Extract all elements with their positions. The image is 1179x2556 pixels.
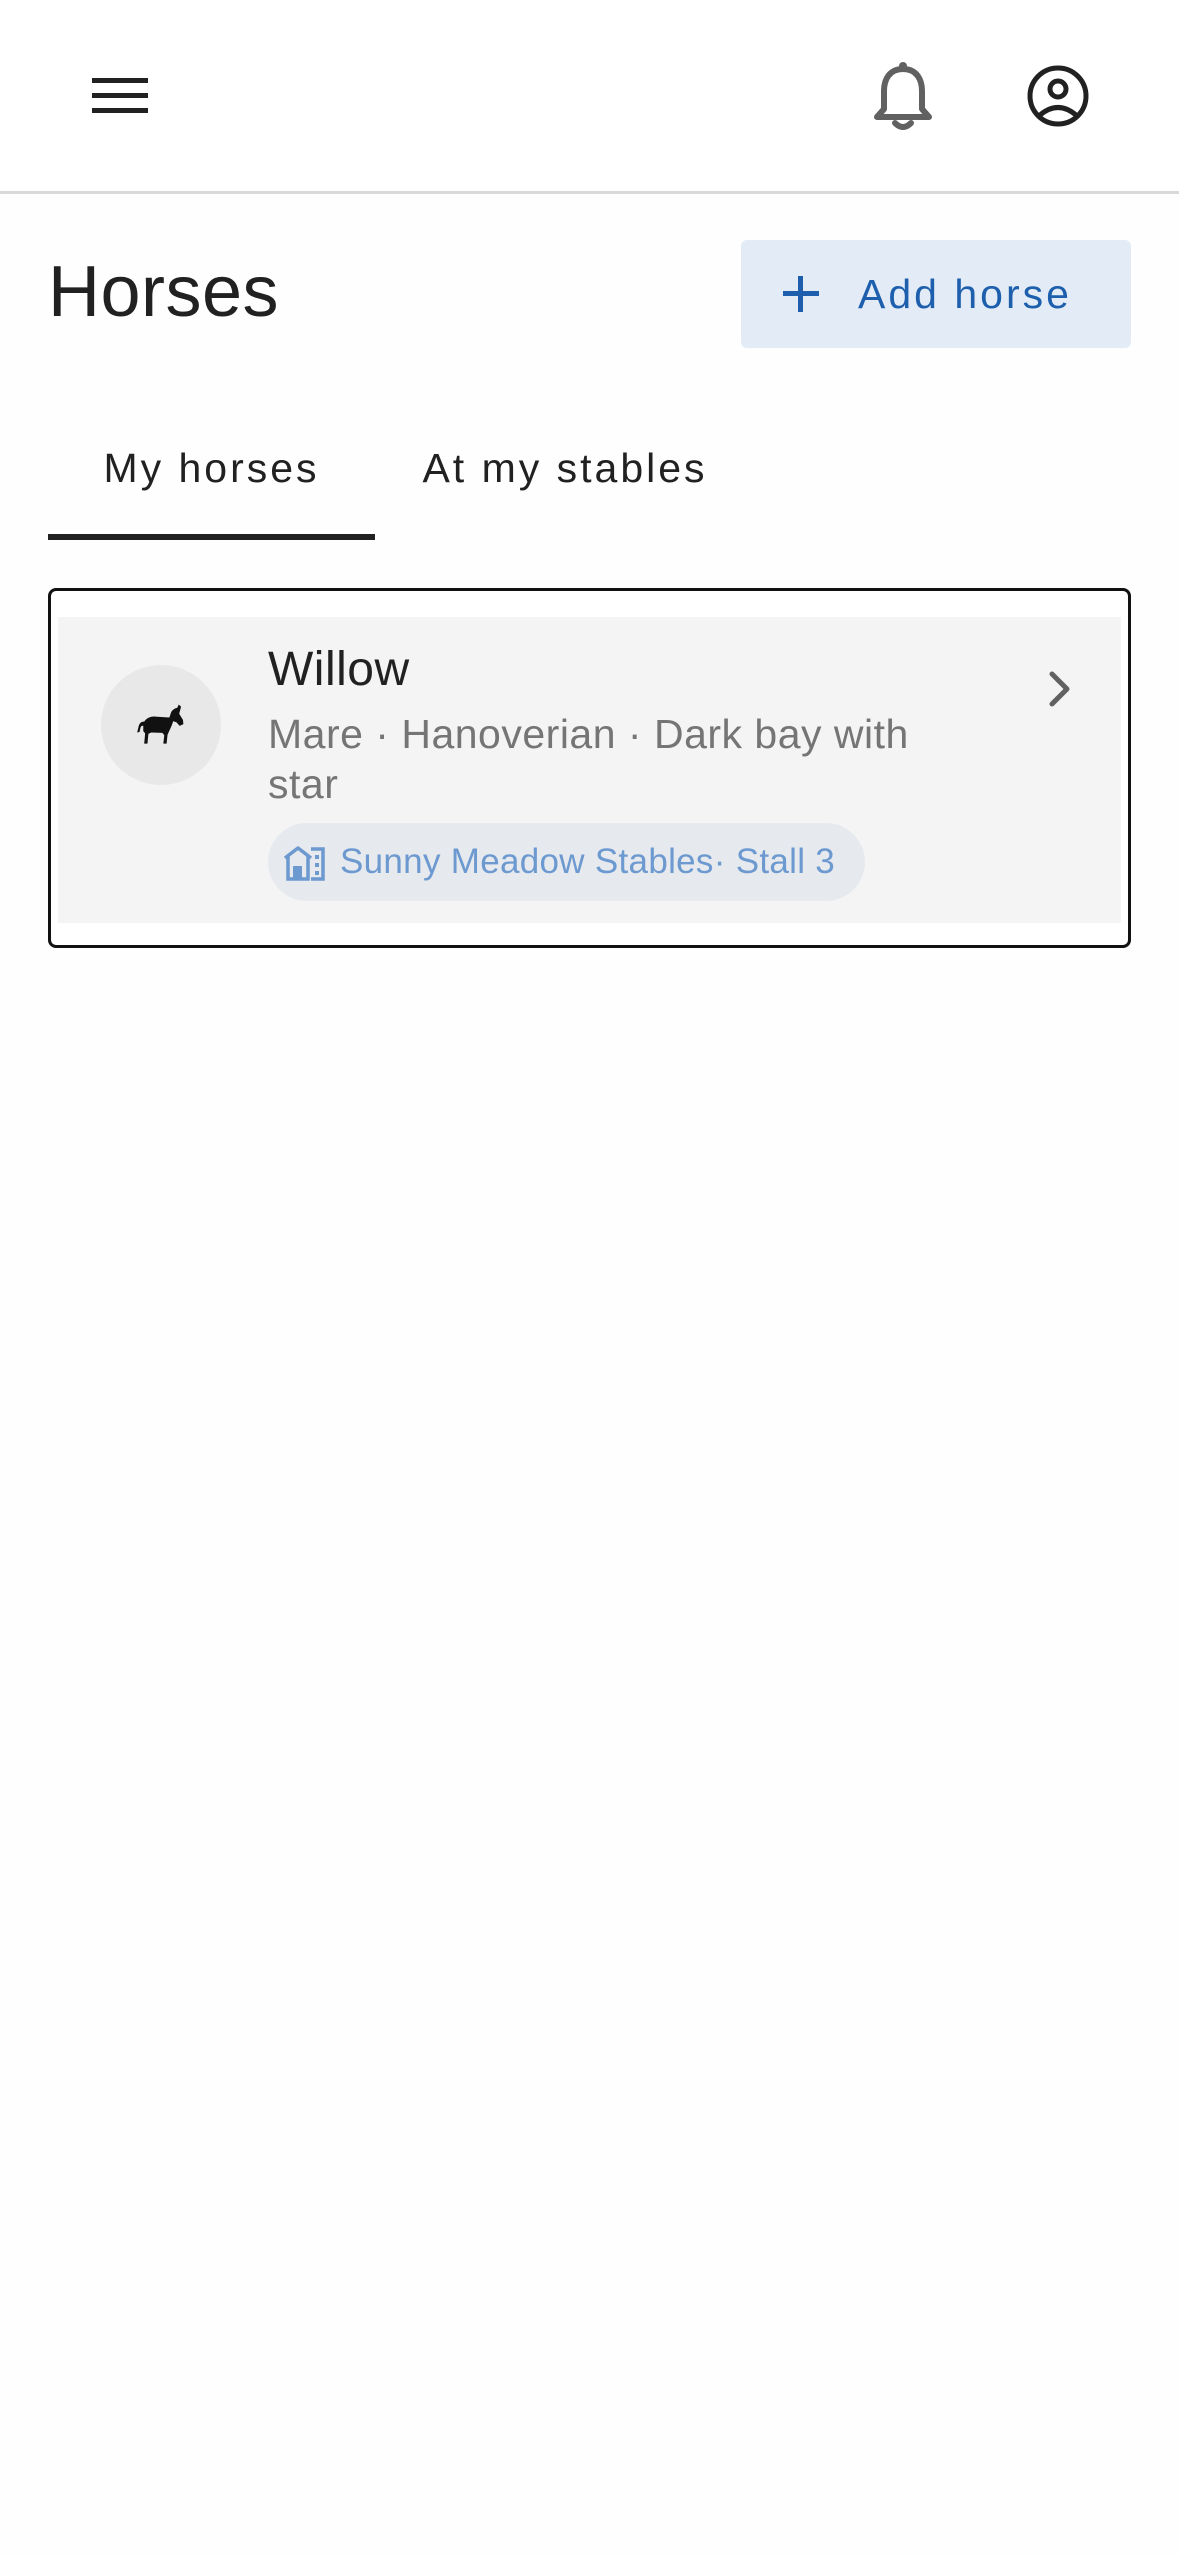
horse-list-item[interactable]: Willow Mare · Hanoverian · Dark bay with…	[58, 617, 1121, 923]
plus-icon	[783, 276, 819, 312]
account-button[interactable]	[1008, 46, 1108, 146]
stable-building-icon	[282, 840, 326, 884]
horse-details: Mare · Hanoverian · Dark bay with star	[268, 711, 909, 807]
avatar	[101, 665, 221, 785]
horse-icon	[137, 704, 184, 744]
tab-bar: My horses At my stables	[48, 410, 1131, 540]
tab-my-horses[interactable]: My horses	[48, 410, 375, 540]
stable-location-label: Sunny Meadow Stables· Stall 3	[340, 842, 836, 881]
add-horse-label: Add horse	[858, 271, 1072, 317]
horse-list: Willow Mare · Hanoverian · Dark bay with…	[48, 588, 1131, 948]
page-title: Horses	[48, 252, 280, 332]
menu-button[interactable]	[70, 46, 170, 146]
horse-name: Willow	[268, 643, 410, 696]
stable-location-chip: Sunny Meadow Stables· Stall 3	[268, 823, 866, 901]
notifications-button[interactable]	[853, 46, 953, 146]
account-circle-icon	[1027, 65, 1089, 127]
tab-at-my-stables[interactable]: At my stables	[375, 410, 755, 540]
chevron-right-icon	[1040, 669, 1080, 709]
menu-icon	[92, 78, 148, 113]
add-horse-button[interactable]: Add horse	[741, 240, 1131, 348]
bell-icon	[874, 62, 932, 130]
app-bar	[0, 0, 1179, 194]
